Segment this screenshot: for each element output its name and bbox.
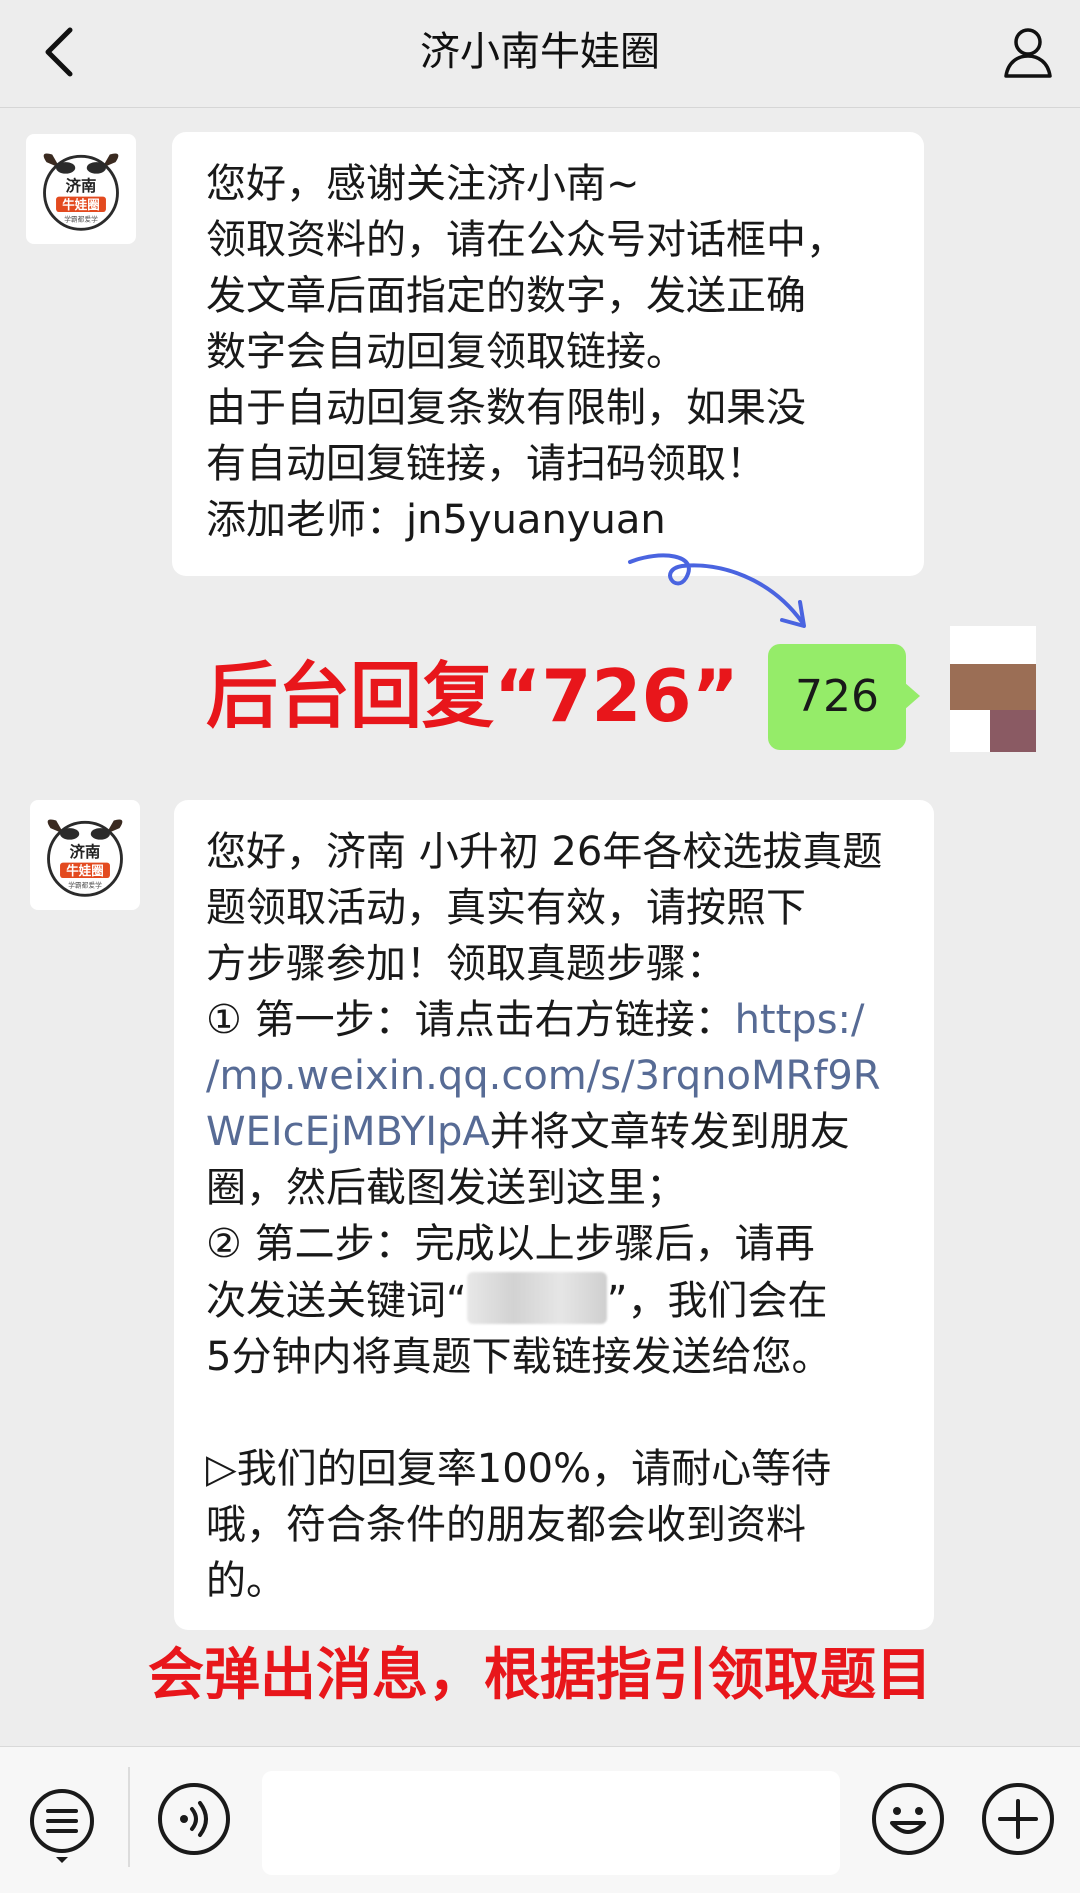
message-line: 由于自动回复条数有限制，如果没 xyxy=(206,385,806,431)
list-menu-icon xyxy=(30,1789,94,1863)
emoji-button[interactable] xyxy=(870,1781,946,1857)
account-avatar[interactable]: 济南 牛娃圈 学霸都爱学 xyxy=(30,800,140,910)
message-line: 添加老师：jn5yuanyuan xyxy=(206,497,666,543)
message-bubble-instructions: 您好，济南 小升初 26年各校选拔真题 题领取活动，真实有效，请按照下 方步骤参… xyxy=(174,800,934,1630)
message-input[interactable] xyxy=(262,1771,840,1875)
svg-text:学霸都爱学: 学霸都爱学 xyxy=(64,215,98,224)
menu-button[interactable] xyxy=(26,1785,98,1865)
message-line: 次发送关键词“ ”，我们会在 xyxy=(206,1272,904,1329)
article-link[interactable]: /mp.weixin.qq.com/s/3rqnoMRf9R xyxy=(206,1048,904,1104)
message-line: WEIcEjMBYIpA并将文章转发到朋友 xyxy=(206,1104,904,1160)
voice-button[interactable] xyxy=(156,1781,232,1857)
message-line: 5分钟内将真题下载链接发送给您。 xyxy=(206,1334,832,1380)
message-line: 您好，感谢关注济小南~ xyxy=(206,161,640,207)
message-line: 有自动回复链接，请扫码领取！ xyxy=(206,441,766,487)
profile-button[interactable] xyxy=(996,20,1060,84)
keyword-suffix-text: ”，我们会在 xyxy=(606,1278,828,1324)
message-line: 题领取活动，真实有效，请按照下 xyxy=(206,885,806,931)
cow-logo-icon: 济南 牛娃圈 学霸都爱学 xyxy=(47,819,123,897)
forward-instruction-text: 并将文章转发到朋友 xyxy=(489,1109,850,1155)
svg-text:济南: 济南 xyxy=(70,842,101,861)
message-line: ② 第二步：完成以上步骤后，请再 xyxy=(206,1221,815,1267)
message-line: 的。 xyxy=(206,1558,286,1604)
account-avatar[interactable]: 济南 牛娃圈 学霸都爱学 xyxy=(26,134,136,244)
blurred-keyword xyxy=(466,1272,607,1324)
more-button[interactable] xyxy=(980,1781,1056,1857)
svg-text:济南: 济南 xyxy=(66,176,97,195)
message-line: 数字会自动回复领取链接。 xyxy=(206,329,686,375)
message-line: ▷我们的回复率100%，请耐心等待 xyxy=(206,1446,832,1492)
reply-hint-annotation: 后台回复“726” xyxy=(206,654,739,738)
svg-text:牛娃圈: 牛娃圈 xyxy=(62,197,99,212)
keyword-prefix-text: 次发送关键词“ xyxy=(206,1278,467,1324)
chat-title: 济小南牛娃圈 xyxy=(420,29,660,75)
svg-text:学霸都爱学: 学霸都爱学 xyxy=(68,881,102,890)
person-icon xyxy=(1004,28,1052,78)
voice-icon xyxy=(158,1783,230,1855)
message-bubble-welcome: 您好，感谢关注济小南~ 领取资料的，请在公众号对话框中， 发文章后面指定的数字，… xyxy=(172,132,924,576)
message-line: 哦，符合条件的朋友都会收到资料 xyxy=(206,1502,806,1548)
cow-logo-icon: 济南 牛娃圈 学霸都爱学 xyxy=(43,153,119,231)
divider xyxy=(128,1767,130,1867)
popup-hint-annotation: 会弹出消息，根据指引领取题目 xyxy=(148,1643,932,1708)
chat-input-bar xyxy=(0,1746,1080,1893)
message-line: 您好，济南 小升初 26年各校选拔真题 xyxy=(206,829,883,875)
chat-header: 济小南牛娃圈 xyxy=(0,0,1080,108)
curved-arrow-icon xyxy=(628,553,806,628)
message-line: 圈，然后截图发送到这里； xyxy=(206,1165,686,1211)
svg-text:牛娃圈: 牛娃圈 xyxy=(66,863,103,878)
message-line: 方步骤参加！领取真题步骤： xyxy=(206,941,726,987)
smiley-icon xyxy=(872,1783,944,1855)
article-link[interactable]: WEIcEjMBYIpA xyxy=(206,1109,490,1155)
step-one-text: ① 第一步：请点击右方链接： xyxy=(206,997,735,1043)
plus-circle-icon xyxy=(982,1783,1054,1855)
message-line: 领取资料的，请在公众号对话框中， xyxy=(206,217,846,263)
my-avatar[interactable] xyxy=(950,626,1036,752)
message-line: ① 第一步：请点击右方链接：https:/ xyxy=(206,992,904,1048)
article-link[interactable]: https:/ xyxy=(735,997,865,1043)
sent-message-bubble: 726 xyxy=(768,644,920,750)
message-line: 发文章后面指定的数字，发送正确 xyxy=(206,273,806,319)
